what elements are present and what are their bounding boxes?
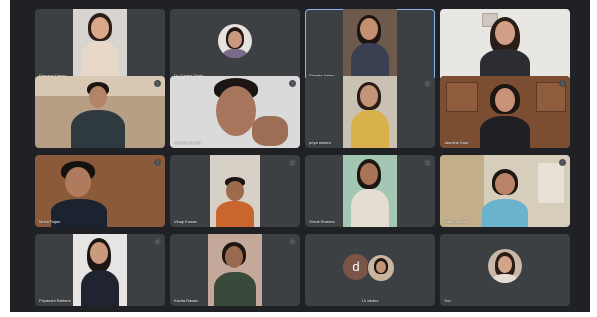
participant-tile-kavita[interactable]: Kavita Rawat ⋮	[170, 234, 300, 306]
participant-tile-naina[interactable]: Naina Verma ⋮	[440, 155, 570, 227]
participant-tile-mohit[interactable]: Mohit Rajan ⋮	[35, 155, 165, 227]
participant-tile-priya[interactable]: priya mishra ⋮	[305, 76, 435, 148]
participant-tile-priyanshi[interactable]: Priyanshi Rathore ⋮	[35, 234, 165, 306]
muted-mic-icon: ⋮	[289, 80, 296, 87]
participant-video	[73, 9, 127, 81]
muted-mic-icon: ⋮	[154, 159, 161, 166]
participant-tile-you[interactable]: You	[440, 234, 570, 306]
participant-tile-shruti[interactable]: Shruti Sharma ⋮	[305, 155, 435, 227]
participant-video	[440, 76, 570, 148]
others-initial-avatar: d	[343, 254, 369, 280]
participant-video	[73, 234, 127, 306]
participant-name: Avinash Kumar	[174, 140, 202, 145]
participant-video	[343, 9, 397, 81]
muted-mic-icon: ⋮	[559, 159, 566, 166]
participant-tile-garima[interactable]: Dr. Garika Singh	[170, 9, 300, 81]
participant-name: priya mishra	[309, 140, 331, 145]
participant-tile-teacher[interactable]: Jasmine Kaur ⋮	[440, 76, 570, 148]
participant-name: You	[444, 298, 451, 303]
participant-tile-host[interactable]	[440, 9, 570, 81]
participant-tile-shweta[interactable]: Shweta Yadav	[305, 9, 435, 81]
muted-mic-icon: ⋮	[154, 238, 161, 245]
participant-name: 10 others	[361, 298, 379, 303]
muted-mic-icon: ⋮	[289, 238, 296, 245]
participant-tile-purvanshi[interactable]: Parvana Dagar	[35, 9, 165, 81]
participant-name: Mohit Rajan	[39, 219, 61, 224]
others-photo-avatar	[367, 254, 395, 282]
participant-video	[35, 76, 165, 148]
meeting-grid: Parvana Dagar Dr. Garika Singh Shweta Ya…	[10, 0, 590, 312]
participant-name: Shruti Sharma	[309, 219, 335, 224]
participant-video	[208, 234, 262, 306]
participant-avatar	[218, 24, 252, 58]
participant-tile-young-man[interactable]: ⋮	[35, 76, 165, 148]
participant-video	[440, 155, 570, 227]
participant-video	[343, 76, 397, 148]
muted-mic-icon: ⋮	[424, 80, 431, 87]
participant-name: Kavita Rawat	[174, 298, 198, 303]
others-avatar-group: d	[343, 254, 397, 282]
participant-video	[170, 76, 300, 148]
participant-video	[440, 9, 570, 81]
participant-name: Priyanshi Rathore	[39, 298, 71, 303]
muted-mic-icon: ⋮	[154, 80, 161, 87]
participant-name: Naina Verma	[444, 219, 468, 224]
participant-tile-others[interactable]: d 10 others	[305, 234, 435, 306]
muted-mic-icon: ⋮	[559, 80, 566, 87]
participant-name: Vinay Kumar	[174, 219, 197, 224]
participant-tile-closeup[interactable]: Avinash Kumar ⋮	[170, 76, 300, 148]
participant-avatar	[488, 249, 522, 283]
participant-video	[343, 155, 397, 227]
participant-name: Jasmine Kaur	[444, 140, 469, 145]
participant-tile-vinay[interactable]: Vinay Kumar ⋮	[170, 155, 300, 227]
participant-video	[210, 155, 260, 227]
muted-mic-icon: ⋮	[424, 159, 431, 166]
participant-video	[35, 155, 165, 227]
muted-mic-icon: ⋮	[289, 159, 296, 166]
